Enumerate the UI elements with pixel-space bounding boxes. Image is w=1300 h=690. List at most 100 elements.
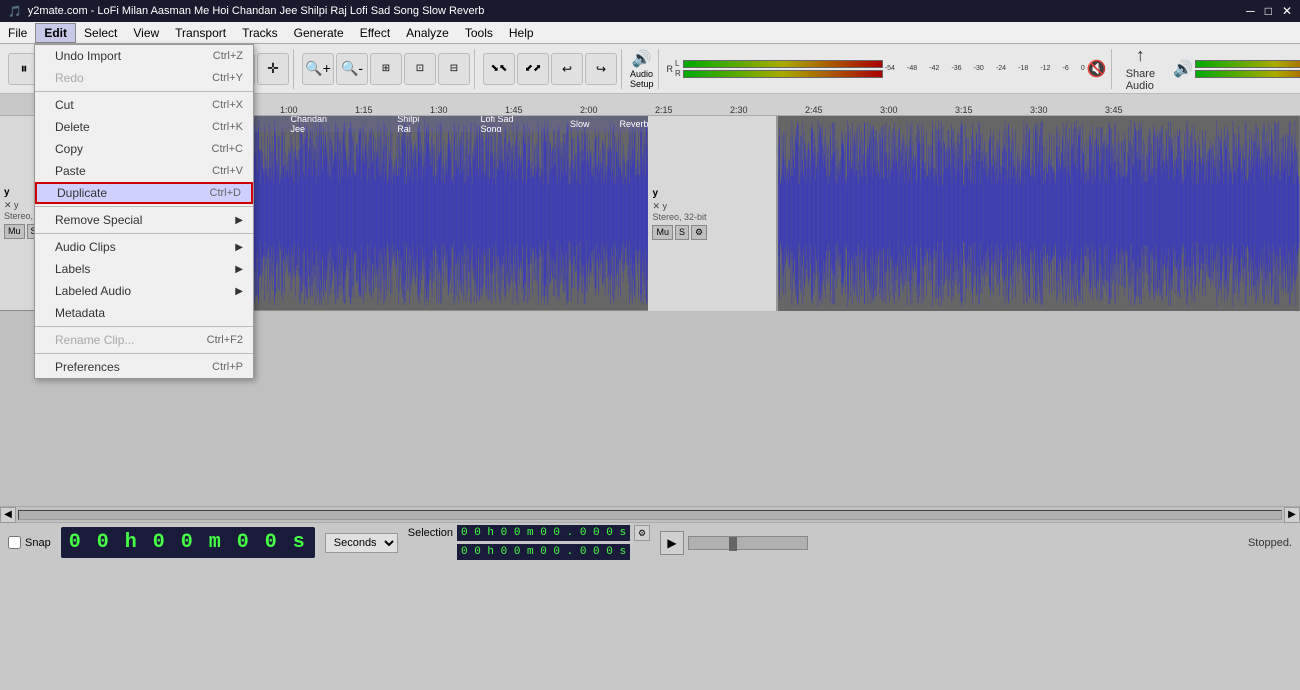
selection-time-2: 0 0 h 0 0 m 0 0 . 0 0 0 s [457, 544, 630, 560]
cut-label: Cut [55, 98, 192, 112]
scroll-left-button[interactable]: ◀ [0, 507, 16, 523]
menu-labeled-audio[interactable]: Labeled Audio ▶ [35, 280, 253, 302]
title-bar-controls: ─ □ ✕ [1246, 4, 1292, 18]
horizontal-scrollbar[interactable]: ◀ ▶ [0, 506, 1300, 522]
delete-label: Delete [55, 120, 192, 134]
selection-time-1: 0 0 h 0 0 m 0 0 . 0 0 0 s [457, 525, 630, 541]
labeled-audio-label: Labeled Audio [55, 284, 231, 298]
track-waveform-2[interactable] [778, 116, 1300, 311]
track-2-controls: Mu S ⚙ [652, 225, 772, 240]
menu-labels[interactable]: Labels ▶ [35, 258, 253, 280]
waveform-svg-2 [778, 116, 1300, 311]
menu-cut[interactable]: Cut Ctrl+X [35, 94, 253, 116]
playback-play-button[interactable]: ▶ [660, 531, 684, 555]
selection-settings-button[interactable]: ⚙ [634, 525, 650, 541]
remove-special-arrow: ▶ [235, 215, 243, 226]
zoom-sel-button[interactable]: ⊡ [404, 53, 436, 85]
menu-item-edit[interactable]: Edit [35, 23, 76, 43]
menu-item-analyze[interactable]: Analyze [398, 24, 457, 42]
track-2-close[interactable]: ✕ y [652, 201, 772, 212]
selection-section: Selection 0 0 h 0 0 m 0 0 . 0 0 0 s ⚙ Se… [408, 525, 650, 560]
track-2-settings[interactable]: ⚙ [691, 225, 707, 240]
metadata-label: Metadata [55, 306, 243, 320]
zoom-out-button[interactable]: 🔍- [336, 53, 368, 85]
maximize-button[interactable]: □ [1265, 4, 1272, 18]
menu-item-effect[interactable]: Effect [352, 24, 398, 42]
menu-undo-import[interactable]: Undo Import Ctrl+Z [35, 45, 253, 67]
playback-speed-slider[interactable] [688, 536, 808, 550]
seconds-dropdown[interactable]: Seconds h:mm:ss Samples [325, 533, 398, 553]
track-control-2: y ✕ y Stereo, 32-bit Mu S ⚙ [648, 116, 778, 311]
redo-button[interactable]: ↪ [585, 53, 617, 85]
clip-name-3: Shilpi Raj [397, 116, 430, 132]
selection-label: Selection [408, 527, 453, 539]
menu-item-generate[interactable]: Generate [286, 24, 352, 42]
scroll-right-button[interactable]: ▶ [1284, 507, 1300, 523]
tick-230: 2:30 [730, 105, 748, 115]
menu-item-select[interactable]: Select [76, 24, 125, 42]
rename-clip-shortcut: Ctrl+F2 [207, 334, 243, 346]
redo-shortcut: Ctrl+Y [212, 72, 243, 84]
menu-item-transport[interactable]: Transport [167, 24, 234, 42]
menu-delete[interactable]: Delete Ctrl+K [35, 116, 253, 138]
zoom-in-button[interactable]: 🔍+ [302, 53, 334, 85]
playback-slider-handle [729, 537, 737, 551]
window-title: y2mate.com - LoFi Milan Aasman Me Hoi Ch… [28, 5, 485, 17]
scroll-track[interactable] [18, 510, 1282, 520]
playback-section: ▶ [660, 531, 808, 555]
snap-label[interactable]: Snap [25, 537, 51, 549]
tick-300: 3:00 [880, 105, 898, 115]
close-button[interactable]: ✕ [1282, 4, 1292, 18]
labels-arrow: ▶ [235, 264, 243, 275]
menu-item-file[interactable]: File [0, 24, 35, 42]
audio-clips-arrow: ▶ [235, 242, 243, 253]
silence-button[interactable]: ⬋⬈ [517, 53, 549, 85]
track-2-solo[interactable]: S [675, 225, 689, 240]
rename-clip-label: Rename Clip... [55, 333, 187, 347]
output-meter-group: 🔊 -54-48-36-24-120 [1169, 49, 1300, 89]
undo-import-label: Undo Import [55, 49, 193, 63]
track-1-mute[interactable]: Mu [4, 224, 25, 239]
multi-tool-button[interactable]: ✛ [257, 53, 289, 85]
menu-audio-clips[interactable]: Audio Clips ▶ [35, 236, 253, 258]
menu-item-view[interactable]: View [125, 24, 167, 42]
paste-label: Paste [55, 164, 192, 178]
separator-3 [35, 233, 253, 234]
menu-redo[interactable]: Redo Ctrl+Y [35, 67, 253, 89]
menu-item-tools[interactable]: Tools [457, 24, 501, 42]
separator-2 [35, 206, 253, 207]
input-volume-knob[interactable]: 🔇 [1087, 59, 1107, 79]
menu-item-tracks[interactable]: Tracks [234, 24, 286, 42]
status-text: Stopped. [1248, 537, 1292, 549]
output-volume-knob[interactable]: 🔊 [1173, 59, 1193, 79]
separator-4 [35, 326, 253, 327]
menu-item-help[interactable]: Help [501, 24, 542, 42]
minimize-button[interactable]: ─ [1246, 4, 1255, 18]
menu-paste[interactable]: Paste Ctrl+V [35, 160, 253, 182]
track-2-mute[interactable]: Mu [652, 225, 673, 240]
selection-row-1: Selection 0 0 h 0 0 m 0 0 . 0 0 0 s ⚙ [408, 525, 650, 541]
menu-duplicate[interactable]: Duplicate Ctrl+D [35, 182, 253, 204]
menu-preferences[interactable]: Preferences Ctrl+P [35, 356, 253, 378]
tick-115: 1:15 [355, 105, 373, 115]
menu-metadata[interactable]: Metadata [35, 302, 253, 324]
clip-name-4: Lofi Sad Song [481, 116, 530, 132]
labeled-audio-arrow: ▶ [235, 286, 243, 297]
cut-shortcut: Ctrl+X [212, 99, 243, 111]
labels-label: Labels [55, 262, 231, 276]
menu-remove-special[interactable]: Remove Special ▶ [35, 209, 253, 231]
trim-button[interactable]: ⬊⬉ [483, 53, 515, 85]
zoom-reset-button[interactable]: ⊟ [438, 53, 470, 85]
menu-copy[interactable]: Copy Ctrl+C [35, 138, 253, 160]
menu-rename-clip[interactable]: Rename Clip... Ctrl+F2 [35, 329, 253, 351]
audio-setup-button[interactable]: 🔊 Audio Setup [630, 49, 654, 89]
audio-setup-group: 🔊 Audio Setup [626, 49, 659, 89]
share-audio-button[interactable]: ↑ Share Audio [1116, 41, 1165, 96]
title-bar-left: 🎵 y2mate.com - LoFi Milan Aasman Me Hoi … [8, 5, 484, 18]
duplicate-label: Duplicate [57, 186, 190, 200]
snap-control: Snap [8, 536, 51, 549]
undo-button[interactable]: ↩ [551, 53, 583, 85]
zoom-fit-button[interactable]: ⊞ [370, 53, 402, 85]
edit-dropdown-menu: Undo Import Ctrl+Z Redo Ctrl+Y Cut Ctrl+… [34, 44, 254, 379]
snap-checkbox[interactable] [8, 536, 21, 549]
